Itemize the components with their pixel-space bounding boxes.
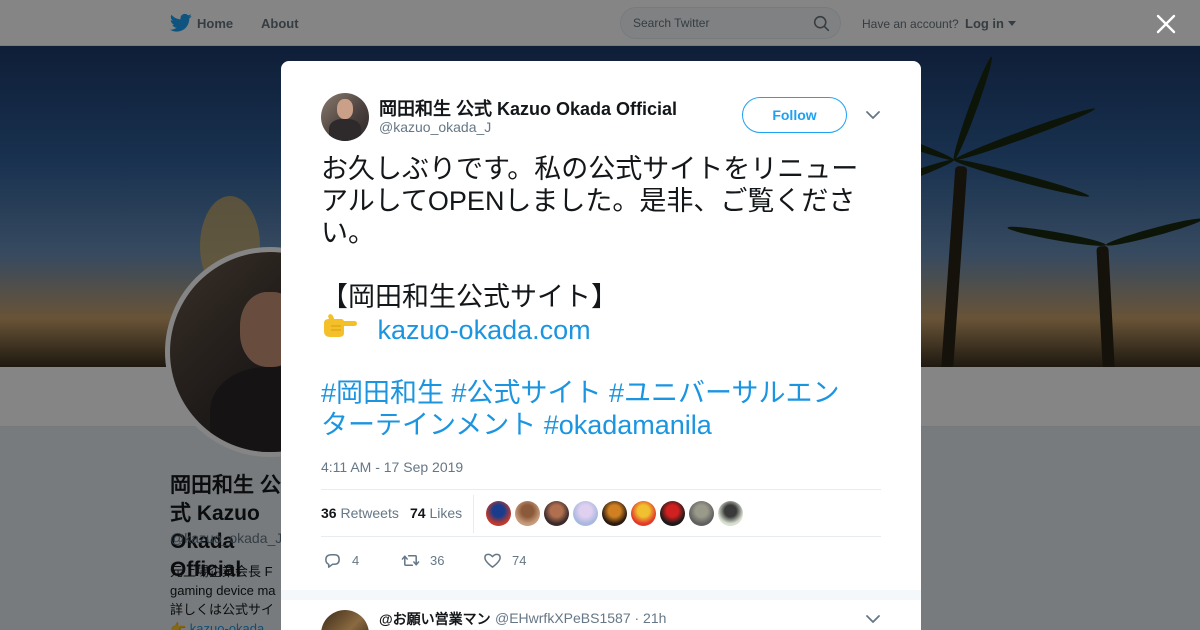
- retweets-stat[interactable]: 36 Retweets: [321, 505, 399, 521]
- tweet-text: お久しぶりです。私の公式サイトをリニュー アルしてOPENしました。是非、ご覧く…: [321, 153, 883, 441]
- retweet-icon: [401, 554, 420, 566]
- retweet-count: 36: [430, 552, 445, 568]
- stats-divider: [473, 495, 474, 533]
- tweet-stats: 36 Retweets 74 Likes: [321, 489, 881, 537]
- reply-author-handle[interactable]: @EHwrfkXPeBS1587 · 21h: [495, 610, 666, 626]
- site-link[interactable]: kazuo-okada.com: [378, 315, 591, 345]
- follow-button[interactable]: Follow: [742, 97, 847, 133]
- author-name[interactable]: 岡田和生 公式 Kazuo Okada Official: [379, 95, 677, 121]
- reply-action[interactable]: 4: [323, 548, 359, 572]
- tweet-text-line: アルしてOPENしました。是非、ご覧くださ: [321, 186, 856, 216]
- tweet-text-line: い。: [321, 218, 375, 248]
- reply-count: 4: [352, 552, 360, 568]
- liker-avatar[interactable]: [631, 501, 656, 526]
- author-handle[interactable]: @kazuo_okada_J: [379, 119, 491, 135]
- liker-avatar[interactable]: [602, 501, 627, 526]
- liker-avatar[interactable]: [689, 501, 714, 526]
- reply-author-name[interactable]: @お願い営業マン: [379, 609, 491, 629]
- likes-label: Likes: [429, 505, 463, 521]
- likes-stat[interactable]: 74 Likes: [410, 505, 462, 521]
- tweet-timestamp[interactable]: 4:11 AM - 17 Sep 2019: [321, 459, 463, 475]
- liker-avatar[interactable]: [573, 501, 598, 526]
- close-icon[interactable]: [1152, 10, 1180, 38]
- tweet-modal: 岡田和生 公式 Kazuo Okada Official @kazuo_okad…: [281, 61, 921, 630]
- heart-icon: [484, 553, 501, 568]
- chevron-down-icon[interactable]: [865, 613, 881, 625]
- reply-separator: [281, 590, 921, 600]
- site-heading: 【岡田和生公式サイト】: [321, 282, 618, 312]
- reply-avatar[interactable]: [321, 610, 369, 630]
- like-count: 74: [512, 552, 527, 568]
- likes-count: 74: [410, 505, 426, 521]
- jacket-shape: [329, 119, 361, 141]
- liker-avatar[interactable]: [486, 501, 511, 526]
- liker-avatar[interactable]: [515, 501, 540, 526]
- hashtags-line[interactable]: #岡田和生 #公式サイト #ユニバーサルエン: [321, 377, 883, 409]
- liker-avatar[interactable]: [660, 501, 685, 526]
- tweet-text-line: お久しぶりです。私の公式サイトをリニュー: [321, 154, 859, 184]
- hashtags-line[interactable]: ターテインメント #okadamanila: [321, 409, 883, 441]
- chevron-down-icon[interactable]: [865, 109, 881, 121]
- modal-backdrop-top: [0, 0, 1200, 46]
- link-line: kazuo-okada.com: [321, 313, 883, 350]
- liker-avatar[interactable]: [718, 501, 743, 526]
- like-action[interactable]: 74: [483, 548, 526, 572]
- pointing-hand-icon: [324, 314, 357, 337]
- retweets-count: 36: [321, 505, 337, 521]
- liker-avatar[interactable]: [544, 501, 569, 526]
- author-avatar[interactable]: [321, 93, 369, 141]
- tweet-actions: 4 36 74: [321, 548, 881, 574]
- face-shape: [337, 99, 353, 119]
- retweets-label: Retweets: [340, 505, 399, 521]
- retweet-action[interactable]: 36: [401, 548, 444, 572]
- reply-icon: [325, 553, 340, 568]
